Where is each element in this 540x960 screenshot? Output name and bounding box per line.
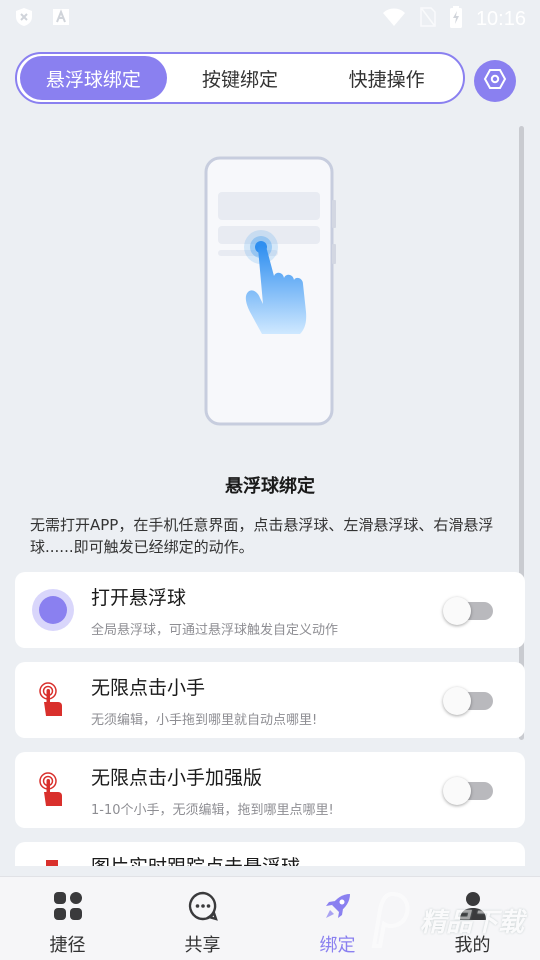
rocket-icon bbox=[323, 891, 353, 925]
card-floating-ball[interactable]: 打开悬浮球 全局悬浮球，可通过悬浮球触发自定义动作 bbox=[15, 572, 525, 648]
app-a-icon bbox=[52, 8, 70, 30]
nav-label: 捷径 bbox=[49, 935, 86, 956]
grid-icon bbox=[53, 891, 83, 925]
tab-quick-action[interactable]: 快捷操作 bbox=[313, 56, 460, 100]
card-image-tracking-tap[interactable]: 图片实时跟踪点击悬浮球 bbox=[15, 842, 525, 866]
watermark-logo-icon bbox=[371, 891, 410, 948]
floating-ball-icon bbox=[15, 572, 91, 648]
tap-hand-icon bbox=[15, 662, 91, 738]
section-description: 无需打开APP，在手机任意界面，点击悬浮球、左滑悬浮球、右滑悬浮球......即… bbox=[30, 516, 494, 556]
battery-icon bbox=[449, 6, 462, 32]
tab-key-binding[interactable]: 按键绑定 bbox=[167, 56, 314, 100]
no-sim-icon bbox=[420, 7, 436, 31]
watermark-text: 精品下载 bbox=[420, 907, 525, 938]
infinite-tap-toggle[interactable] bbox=[443, 687, 495, 715]
nav-label: 共享 bbox=[184, 935, 221, 956]
floating-ball-toggle[interactable] bbox=[443, 597, 495, 625]
hexagon-gear-icon bbox=[483, 67, 507, 95]
tab-floating-ball[interactable]: 悬浮球绑定 bbox=[20, 56, 167, 100]
settings-button[interactable] bbox=[474, 60, 516, 102]
status-time: 10:16 bbox=[475, 7, 526, 30]
card-title: 图片实时跟踪点击悬浮球 bbox=[91, 852, 525, 866]
card-infinite-tap-hand-plus[interactable]: 无限点击小手加强版 1-10个小手，无须编辑，拖到哪里点哪里! bbox=[15, 752, 525, 828]
nav-shortcuts[interactable]: 捷径 bbox=[0, 877, 135, 960]
tap-hand-icon bbox=[15, 842, 91, 866]
binding-tabs: 悬浮球绑定 按键绑定 快捷操作 bbox=[15, 52, 465, 104]
phone-tap-illustration bbox=[200, 152, 340, 436]
nav-share[interactable]: 共享 bbox=[135, 877, 270, 960]
watermark: 精品下载 bbox=[370, 880, 540, 960]
nav-label: 绑定 bbox=[319, 935, 356, 956]
chat-icon bbox=[188, 891, 218, 925]
infinite-tap-plus-toggle[interactable] bbox=[443, 777, 495, 805]
shield-icon bbox=[14, 7, 34, 31]
tap-hand-icon bbox=[15, 752, 91, 828]
scrollbar[interactable] bbox=[519, 126, 524, 740]
status-bar: 10:16 bbox=[0, 0, 540, 38]
wifi-icon bbox=[382, 7, 406, 31]
section-title: 悬浮球绑定 bbox=[225, 476, 315, 497]
card-infinite-tap-hand[interactable]: 无限点击小手 无须编辑，小手拖到哪里就自动点哪里! bbox=[15, 662, 525, 738]
